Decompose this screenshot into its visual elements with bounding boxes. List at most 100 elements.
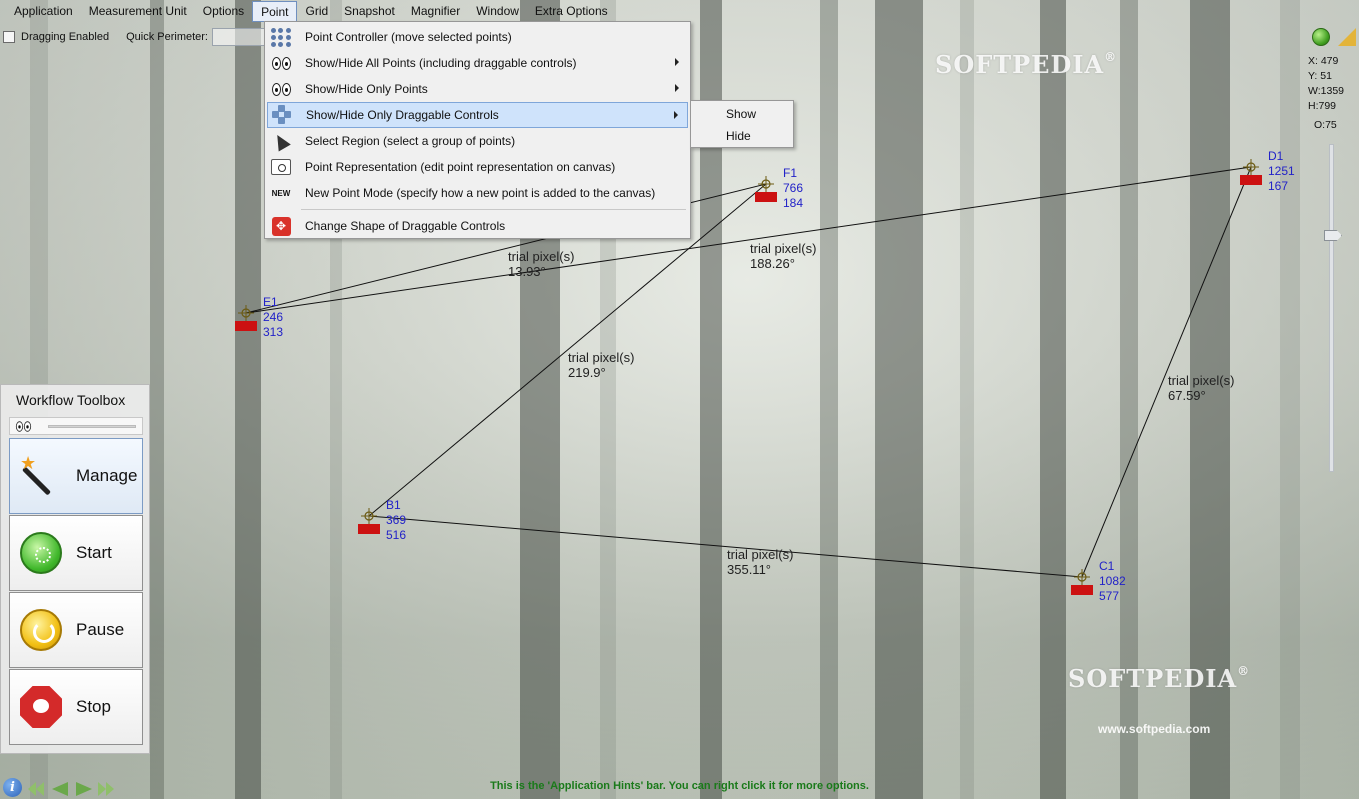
canvas-height-readout: H:799: [1308, 100, 1337, 112]
submenu-hide[interactable]: Hide: [691, 125, 793, 147]
ruler-icon[interactable]: [1338, 28, 1356, 46]
representation-icon: [269, 156, 293, 178]
segment-angle-label: 188.26°: [750, 256, 795, 271]
menu-extra-options[interactable]: Extra Options: [527, 1, 616, 22]
move-controls-icon: [270, 104, 294, 126]
point-dropdown-menu: Point Controller (move selected points) …: [264, 21, 691, 239]
toolbox-title: Workflow Toolbox: [16, 392, 126, 408]
shape-icon: ✥: [269, 215, 293, 237]
segment-angle-label: 219.9°: [568, 365, 606, 380]
crosshair-icon: [238, 305, 254, 321]
pause-icon: [20, 609, 62, 651]
menu-select-region[interactable]: Select Region (select a group of points): [267, 128, 688, 154]
menu-item-label: Point Representation (edit point represe…: [305, 160, 616, 174]
point-y-label: 577: [1099, 589, 1119, 603]
manage-button[interactable]: Manage: [9, 438, 143, 514]
submenu-arrow-icon: [674, 111, 678, 119]
point-name-label: D1: [1268, 149, 1284, 163]
segment-length-label: trial pixel(s): [508, 249, 574, 264]
menu-separator: [301, 209, 686, 210]
menu-point-controller[interactable]: Point Controller (move selected points): [267, 24, 688, 50]
menu-bar: Application Measurement Unit Options Poi…: [0, 0, 1359, 22]
segment-length-label: trial pixel(s): [727, 547, 793, 562]
point-y-label: 184: [783, 196, 803, 210]
menu-point-representation[interactable]: Point Representation (edit point represe…: [267, 154, 688, 180]
menu-window[interactable]: Window: [468, 1, 527, 22]
eyes-icon[interactable]: [15, 421, 32, 432]
menu-grid[interactable]: Grid: [297, 1, 336, 22]
menu-item-label: New Point Mode (specify how a new point …: [305, 186, 656, 200]
point-e1[interactable]: E1246313: [235, 295, 283, 339]
point-y-label: 313: [263, 325, 283, 339]
menu-item-label: Show/Hide All Points (including draggabl…: [305, 56, 577, 70]
point-y-label: 167: [1268, 179, 1288, 193]
menu-snapshot[interactable]: Snapshot: [336, 1, 403, 22]
menu-measurement-unit[interactable]: Measurement Unit: [81, 1, 195, 22]
segment-length-label: trial pixel(s): [1168, 373, 1234, 388]
submenu-arrow-icon: [675, 84, 679, 92]
start-label: Start: [76, 543, 112, 562]
menu-item-label: Select Region (select a group of points): [305, 134, 516, 148]
point-name-label: E1: [263, 295, 278, 309]
segment-line: [368, 515, 1083, 578]
cursor-x-readout: X: 479: [1308, 55, 1339, 67]
menu-show-hide-draggable-controls[interactable]: Show/Hide Only Draggable Controls: [267, 102, 688, 128]
dragging-enabled-label: Dragging Enabled: [21, 31, 110, 43]
point-f1[interactable]: F1766184: [755, 166, 803, 210]
start-icon: [20, 532, 62, 574]
menu-point[interactable]: Point: [252, 0, 298, 22]
opacity-slider-track[interactable]: [1329, 144, 1334, 472]
toolbox-controls: [9, 417, 143, 435]
quick-perimeter-field[interactable]: [212, 28, 272, 46]
point-name-label: C1: [1099, 559, 1115, 573]
segment-length-label: trial pixel(s): [568, 350, 634, 365]
segment-angle-label: 13.93°: [508, 264, 546, 279]
point-c1[interactable]: C11082577: [1071, 559, 1126, 603]
dots-grid-icon: [269, 26, 293, 48]
draggable-control[interactable]: [235, 321, 257, 331]
stop-icon: [20, 686, 62, 728]
eyes-icon: [269, 78, 293, 100]
draggable-control[interactable]: [1071, 585, 1093, 595]
menu-item-label: Show/Hide Only Draggable Controls: [306, 108, 499, 122]
point-name-label: B1: [386, 498, 401, 512]
menu-item-label: Point Controller (move selected points): [305, 30, 512, 44]
menu-options[interactable]: Options: [195, 1, 252, 22]
menu-item-label: Show/Hide Only Points: [305, 82, 428, 96]
draggable-control[interactable]: [1240, 175, 1262, 185]
point-y-label: 516: [386, 528, 406, 542]
eyes-icon: [269, 52, 293, 74]
menu-magnifier[interactable]: Magnifier: [403, 1, 468, 22]
menu-application[interactable]: Application: [6, 1, 81, 22]
cursor-icon: [269, 130, 293, 152]
pause-button[interactable]: Pause: [9, 592, 143, 668]
menu-new-point-mode[interactable]: NEW New Point Mode (specify how a new po…: [267, 180, 688, 206]
new-icon: NEW: [271, 188, 291, 198]
start-button[interactable]: Start: [9, 515, 143, 591]
draggable-control[interactable]: [755, 192, 777, 202]
toolbox-opacity-slider[interactable]: [48, 425, 136, 428]
status-indicator-icon[interactable]: [1312, 28, 1330, 46]
submenu-arrow-icon: [675, 58, 679, 66]
canvas-width-readout: W:1359: [1308, 85, 1344, 97]
point-x-label: 1082: [1099, 574, 1126, 588]
segment-length-label: trial pixel(s): [750, 241, 816, 256]
point-d1[interactable]: D11251167: [1240, 149, 1295, 193]
menu-show-hide-only-points[interactable]: Show/Hide Only Points: [267, 76, 688, 102]
point-x-label: 369: [386, 513, 406, 527]
submenu-show[interactable]: Show: [691, 103, 793, 125]
segment-line: [1081, 166, 1252, 578]
stop-label: Stop: [76, 697, 111, 716]
dragging-enabled-checkbox[interactable]: [3, 31, 15, 43]
stop-button[interactable]: Stop: [9, 669, 143, 745]
menu-show-hide-all-points[interactable]: Show/Hide All Points (including draggabl…: [267, 50, 688, 76]
application-hints-bar[interactable]: This is the 'Application Hints' bar. You…: [0, 780, 1359, 792]
magic-wand-icon: [20, 453, 62, 497]
segment-angle-label: 67.59°: [1168, 388, 1206, 403]
point-name-label: F1: [783, 166, 797, 180]
menu-change-shape[interactable]: ✥ Change Shape of Draggable Controls: [267, 213, 688, 239]
crosshair-icon: [361, 508, 377, 524]
coordinates-panel: X: 479 Y: 51 W:1359 H:799 O:75: [1308, 54, 1344, 133]
point-x-label: 246: [263, 310, 283, 324]
draggable-control[interactable]: [358, 524, 380, 534]
